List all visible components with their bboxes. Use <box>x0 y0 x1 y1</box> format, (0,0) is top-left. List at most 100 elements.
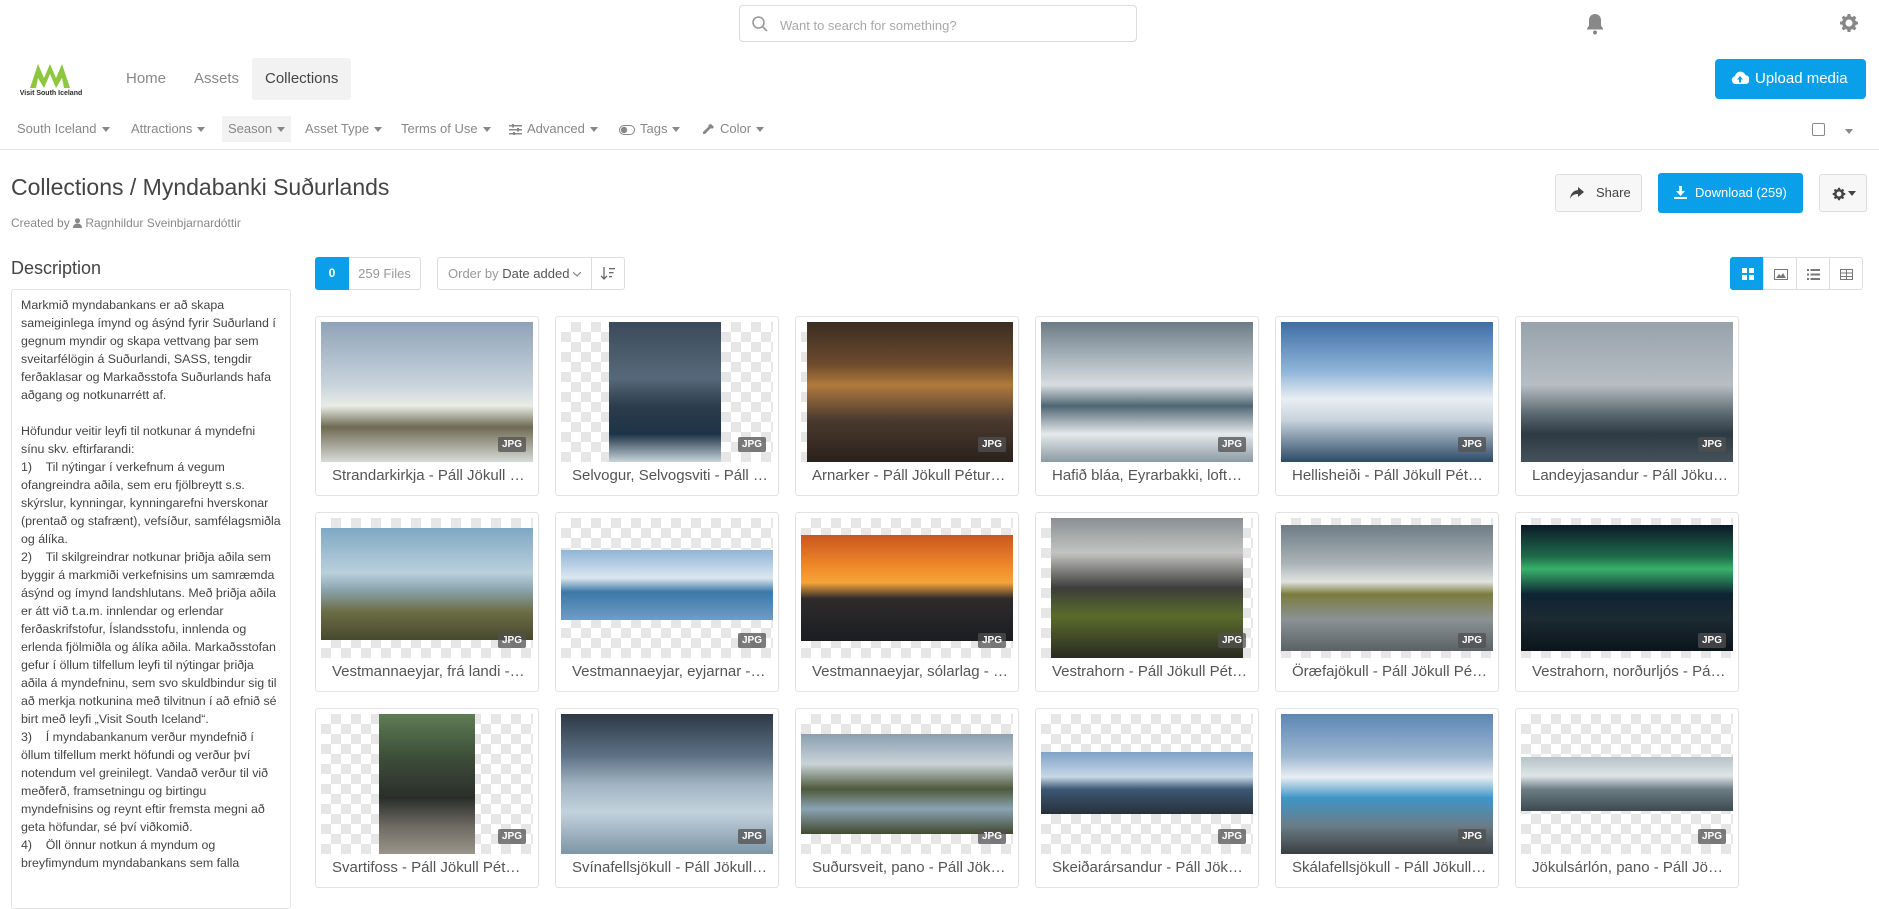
asset-caption[interactable]: Strandarkirkja - Páll Jökull Pétursson <box>332 467 528 484</box>
filter-terms-of-use[interactable]: Terms of Use <box>401 116 491 142</box>
asset-image <box>1041 752 1253 814</box>
asset-caption[interactable]: Vestmannaeyjar, frá landi - Páll Jökull <box>332 663 528 680</box>
asset-thumbnail[interactable]: JPG <box>321 322 533 462</box>
select-all-checkbox[interactable] <box>1812 123 1825 136</box>
asset-card[interactable]: JPG Hellisheiði - Páll Jökull Pétursson <box>1275 316 1499 496</box>
asset-thumbnail[interactable]: JPG <box>1521 322 1733 462</box>
asset-thumbnail[interactable]: JPG <box>1521 518 1733 658</box>
asset-caption[interactable]: Arnarker - Páll Jökull Pétursson <box>812 467 1008 484</box>
selected-count[interactable]: 0 <box>315 257 349 290</box>
asset-caption[interactable]: Hellisheiði - Páll Jökull Pétursson <box>1292 467 1488 484</box>
asset-thumbnail[interactable]: JPG <box>801 518 1013 658</box>
file-type-badge: JPG <box>497 633 526 648</box>
asset-caption[interactable]: Hafið bláa, Eyrarbakki, loftmynd <box>1052 467 1248 484</box>
filter-color[interactable]: Color <box>702 116 765 142</box>
nav-assets[interactable]: Assets <box>194 58 239 100</box>
asset-card[interactable]: JPG Vestmannaeyjar, sólarlag - Páll Jökul… <box>795 512 1019 692</box>
asset-card[interactable]: JPG Skálafellsjökull - Páll Jökull Péturs… <box>1275 708 1499 888</box>
asset-card[interactable]: JPG Hafið bláa, Eyrarbakki, loftmynd <box>1035 316 1259 496</box>
asset-caption[interactable]: Öræfajökull - Páll Jökull Pétursson <box>1292 663 1488 680</box>
asset-caption[interactable]: Landeyjasandur - Páll Jökull Pétursson <box>1532 467 1728 484</box>
asset-thumbnail[interactable]: JPG <box>1281 322 1493 462</box>
options-dropdown[interactable] <box>1845 123 1853 141</box>
grid-view-button[interactable] <box>1730 257 1764 290</box>
asset-card[interactable]: JPG Suðursveit, pano - Páll Jökull Péturs… <box>795 708 1019 888</box>
asset-card[interactable]: JPG Svínafellsjökull - Páll Jökull Péturs… <box>555 708 779 888</box>
file-type-badge: JPG <box>1457 437 1486 452</box>
asset-thumbnail[interactable]: JPG <box>561 714 773 854</box>
asset-caption[interactable]: Jökulsárlón, pano - Páll Jökull Pétursso… <box>1532 859 1728 876</box>
asset-caption[interactable]: Vestrahorn, norðurljós - Páll Jökull <box>1532 663 1728 680</box>
filter-asset-type[interactable]: Asset Type <box>305 116 383 142</box>
order-by-dropdown[interactable]: Order by Date added <box>437 257 592 290</box>
asset-thumbnail[interactable]: JPG <box>561 322 773 462</box>
asset-thumbnail[interactable]: JPG <box>1041 322 1253 462</box>
sort-icon <box>601 267 615 280</box>
description-heading: Description <box>11 258 102 278</box>
asset-card[interactable]: JPG Jökulsárlón, pano - Páll Jökull Pétur… <box>1515 708 1739 888</box>
asset-caption[interactable]: Vestmannaeyjar, sólarlag - Páll Jökull <box>812 663 1008 680</box>
asset-thumbnail[interactable]: JPG <box>1521 714 1733 854</box>
asset-caption[interactable]: Skeiðarársandur - Páll Jökull Pétursson <box>1052 859 1248 876</box>
file-type-badge: JPG <box>977 633 1006 648</box>
asset-caption[interactable]: Vestmannaeyjar, eyjarnar - Páll Jökull <box>572 663 768 680</box>
image-view-button[interactable] <box>1763 257 1797 290</box>
file-type-badge: JPG <box>1217 437 1246 452</box>
gear-icon[interactable] <box>1839 13 1859 33</box>
download-icon <box>1674 186 1687 199</box>
logo[interactable]: Visit South Iceland <box>14 60 88 102</box>
search-box[interactable] <box>739 5 1137 42</box>
file-type-badge: JPG <box>737 633 766 648</box>
asset-caption[interactable]: Svartifoss - Páll Jökull Pétursson <box>332 859 528 876</box>
asset-card[interactable]: JPG Vestmannaeyjar, frá landi - Páll Jöku… <box>315 512 539 692</box>
filter-attractions[interactable]: Attractions <box>131 116 206 142</box>
nav-collections[interactable]: Collections <box>252 58 352 100</box>
asset-thumbnail[interactable]: JPG <box>1041 714 1253 854</box>
asset-thumbnail[interactable]: JPG <box>321 714 533 854</box>
asset-thumbnail[interactable]: JPG <box>1281 518 1493 658</box>
download-button[interactable]: Download (259) <box>1658 173 1803 213</box>
file-type-badge: JPG <box>1217 633 1246 648</box>
asset-thumbnail[interactable]: JPG <box>801 714 1013 854</box>
sliders-icon <box>509 124 522 136</box>
search-input[interactable] <box>778 12 1122 38</box>
asset-caption[interactable]: Svínafellsjökull - Páll Jökull Pétursson <box>572 859 768 876</box>
asset-card[interactable]: JPG Vestmannaeyjar, eyjarnar - Páll Jökul… <box>555 512 779 692</box>
asset-image <box>609 322 721 462</box>
asset-thumbnail[interactable]: JPG <box>1041 518 1253 658</box>
asset-image <box>801 535 1013 641</box>
asset-card[interactable]: JPG Strandarkirkja - Páll Jökull Pétursso… <box>315 316 539 496</box>
creator-name[interactable]: Ragnhildur Sveinbjarnardóttir <box>85 216 240 230</box>
share-button[interactable]: Share <box>1555 174 1642 212</box>
filter-tags[interactable]: Tags <box>619 116 681 142</box>
asset-card[interactable]: JPG Skeiðarársandur - Páll Jökull Péturss… <box>1035 708 1259 888</box>
filter-advanced[interactable]: Advanced <box>509 116 598 142</box>
asset-caption[interactable]: Suðursveit, pano - Páll Jökull Pétursson <box>812 859 1008 876</box>
asset-caption[interactable]: Skálafellsjökull - Páll Jökull Pétursson <box>1292 859 1488 876</box>
asset-card[interactable]: JPG Selvogur, Selvogsviti - Páll Jökull P… <box>555 316 779 496</box>
asset-card[interactable]: JPG Svartifoss - Páll Jökull Pétursson <box>315 708 539 888</box>
collection-settings-button[interactable] <box>1819 174 1867 212</box>
asset-caption[interactable]: Vestrahorn - Páll Jökull Pétursson <box>1052 663 1248 680</box>
asset-thumbnail[interactable]: JPG <box>321 518 533 658</box>
nav-home[interactable]: Home <box>126 58 166 100</box>
list-view-button[interactable] <box>1796 257 1830 290</box>
asset-card[interactable]: JPG Landeyjasandur - Páll Jökull Pétursso… <box>1515 316 1739 496</box>
asset-card[interactable]: JPG Öræfajökull - Páll Jökull Pétursson <box>1275 512 1499 692</box>
divider <box>0 149 1879 150</box>
asset-caption[interactable]: Selvogur, Selvogsviti - Páll Jökull Pétu… <box>572 467 768 484</box>
upload-media-button[interactable]: Upload media <box>1715 59 1866 99</box>
asset-card[interactable]: JPG Vestrahorn - Páll Jökull Pétursson <box>1035 512 1259 692</box>
filter-south-iceland[interactable]: South Iceland <box>17 116 110 142</box>
asset-thumbnail[interactable]: JPG <box>801 322 1013 462</box>
file-type-badge: JPG <box>1457 829 1486 844</box>
asset-thumbnail[interactable]: JPG <box>1281 714 1493 854</box>
asset-card[interactable]: JPG Arnarker - Páll Jökull Pétursson <box>795 316 1019 496</box>
filter-season[interactable]: Season <box>222 116 292 142</box>
sort-direction-button[interactable] <box>591 257 625 290</box>
bell-icon[interactable] <box>1585 13 1605 35</box>
asset-thumbnail[interactable]: JPG <box>561 518 773 658</box>
eyedropper-icon <box>703 124 714 135</box>
table-view-button[interactable] <box>1829 257 1863 290</box>
asset-card[interactable]: JPG Vestrahorn, norðurljós - Páll Jökull <box>1515 512 1739 692</box>
